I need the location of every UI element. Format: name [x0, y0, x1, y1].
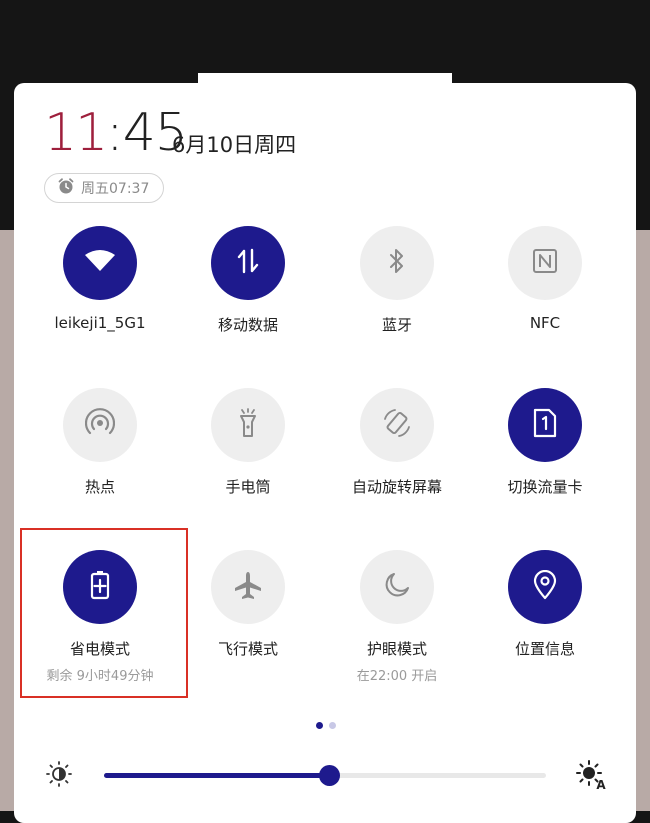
tile-auto-rotate-button[interactable]: [360, 388, 434, 462]
auto-rotate-icon: [381, 407, 413, 443]
auto-brightness-letter: A: [596, 778, 606, 792]
tile-airplane-label: 飞行模式: [217, 640, 278, 658]
clock[interactable]: 11 : 45: [44, 103, 188, 163]
tile-nfc[interactable]: NFC: [471, 226, 619, 332]
tile-switch-sim-label: 切换流量卡: [507, 478, 583, 496]
page-indicator-dot-active[interactable]: [316, 722, 323, 729]
tile-eye-comfort-button[interactable]: [360, 550, 434, 624]
background-wallpaper-right: [636, 230, 650, 811]
mobile-data-icon: [236, 248, 260, 278]
tile-switch-sim-button[interactable]: [508, 388, 582, 462]
tile-eye-comfort-label: 护眼模式: [366, 640, 427, 658]
alarm-time: 周五07:37: [81, 181, 150, 197]
tile-wifi-label: leikeji1_5G1: [54, 314, 146, 332]
tile-eye-comfort-schedule: 在22:00 开启: [356, 669, 438, 684]
brightness-slider-fill: [104, 773, 330, 778]
tile-bluetooth-button[interactable]: [360, 226, 434, 300]
tile-location[interactable]: 位置信息: [471, 550, 619, 659]
tile-flashlight-label: 手电筒: [225, 478, 271, 496]
tile-flashlight-button[interactable]: [211, 388, 285, 462]
tile-mobile-data-label: 移动数据: [217, 316, 278, 334]
wifi-icon: [84, 249, 116, 277]
hotspot-icon: [84, 408, 116, 442]
brightness-low-icon: [45, 760, 73, 792]
tile-wifi-button[interactable]: [63, 226, 137, 300]
background-wallpaper-left: [0, 230, 14, 811]
tile-bluetooth[interactable]: 蓝牙: [323, 226, 471, 335]
sim-card-icon: [533, 408, 557, 442]
clock-separator: :: [106, 103, 124, 163]
auto-brightness-icon[interactable]: A: [574, 758, 608, 796]
tile-airplane-button[interactable]: [211, 550, 285, 624]
tile-mobile-data-button[interactable]: [211, 226, 285, 300]
location-pin-icon: [533, 569, 557, 604]
tile-nfc-button[interactable]: [508, 226, 582, 300]
page-indicator[interactable]: [316, 722, 336, 729]
quick-settings-panel: 11 : 45 6月10日周四 周五07:37 leikeji1_5G1 移动数…: [14, 83, 636, 823]
tile-location-button[interactable]: [508, 550, 582, 624]
tile-flashlight[interactable]: 手电筒: [174, 388, 322, 497]
airplane-icon: [233, 570, 263, 604]
tile-auto-rotate-label: 自动旋转屏幕: [351, 478, 442, 496]
brightness-slider[interactable]: [104, 765, 546, 786]
tile-hotspot[interactable]: 热点: [26, 388, 174, 497]
bluetooth-icon: [388, 247, 406, 279]
moon-icon: [383, 571, 411, 603]
nfc-icon: [532, 248, 558, 278]
tile-hotspot-label: 热点: [84, 478, 115, 496]
tile-bluetooth-label: 蓝牙: [381, 316, 412, 334]
tile-switch-sim[interactable]: 切换流量卡: [471, 388, 619, 497]
date-label[interactable]: 6月10日周四: [172, 129, 296, 159]
tile-mobile-data[interactable]: 移动数据: [174, 226, 322, 335]
page-indicator-dot-inactive[interactable]: [329, 722, 336, 729]
next-alarm-chip[interactable]: 周五07:37: [44, 173, 164, 203]
tile-nfc-label: NFC: [529, 314, 561, 332]
tile-auto-rotate[interactable]: 自动旋转屏幕: [323, 388, 471, 497]
annotation-highlight-box: [20, 528, 188, 698]
tile-wifi[interactable]: leikeji1_5G1: [26, 226, 174, 332]
alarm-clock-icon: [57, 177, 75, 199]
flashlight-icon: [237, 408, 259, 442]
tile-location-label: 位置信息: [514, 640, 575, 658]
tile-airplane[interactable]: 飞行模式: [174, 550, 322, 659]
tile-hotspot-button[interactable]: [63, 388, 137, 462]
clock-hour: 11: [44, 103, 108, 163]
tile-eye-comfort[interactable]: 护眼模式 在22:00 开启: [323, 550, 471, 684]
